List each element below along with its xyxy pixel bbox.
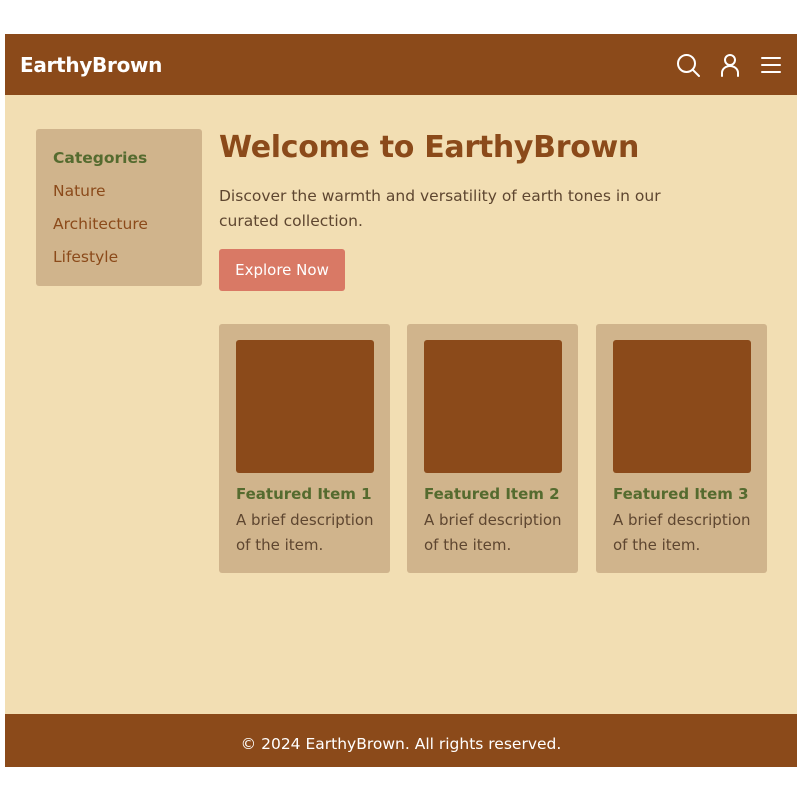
page-footer: © 2024 EarthyBrown. All rights reserved.: [5, 714, 797, 767]
page-title: Welcome to EarthyBrown: [219, 130, 640, 165]
top-navbar: EarthyBrown: [5, 34, 797, 95]
categories-sidebar: Categories Nature Architecture Lifestyle: [36, 129, 202, 286]
card-image: [424, 340, 562, 473]
card-description: A brief description of the item.: [613, 511, 751, 554]
card-description: A brief description of the item.: [424, 511, 562, 554]
page-frame: EarthyBrown Categories Nature Architectu…: [5, 34, 797, 767]
card-title: Featured Item 1: [236, 485, 372, 503]
search-icon[interactable]: [675, 52, 701, 78]
sidebar-item-lifestyle[interactable]: Lifestyle: [53, 248, 118, 266]
card-title: Featured Item 2: [424, 485, 560, 503]
menu-icon[interactable]: [758, 52, 784, 78]
sidebar-heading: Categories: [53, 149, 148, 167]
featured-card[interactable]: Featured Item 3 A brief description of t…: [596, 324, 767, 573]
sidebar-item-nature[interactable]: Nature: [53, 182, 106, 200]
copyright-text: © 2024 EarthyBrown. All rights reserved.: [240, 735, 562, 753]
sidebar-item-architecture[interactable]: Architecture: [53, 215, 148, 233]
card-title: Featured Item 3: [613, 485, 749, 503]
card-image: [613, 340, 751, 473]
card-description: A brief description of the item.: [236, 511, 374, 554]
user-icon[interactable]: [717, 52, 743, 78]
card-image: [236, 340, 374, 473]
brand-logo[interactable]: EarthyBrown: [20, 53, 162, 77]
featured-card[interactable]: Featured Item 2 A brief description of t…: [407, 324, 578, 573]
explore-now-button[interactable]: Explore Now: [219, 249, 345, 291]
intro-text: Discover the warmth and versatility of e…: [219, 187, 661, 230]
featured-card[interactable]: Featured Item 1 A brief description of t…: [219, 324, 390, 573]
